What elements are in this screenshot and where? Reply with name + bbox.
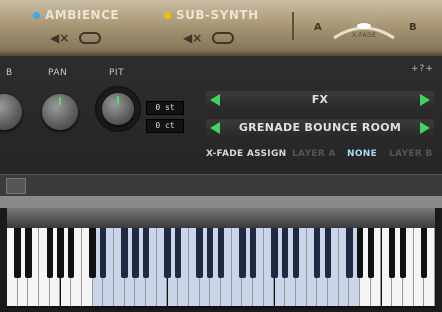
black-key[interactable]: [217, 228, 225, 278]
pan-indicator: [59, 97, 61, 105]
pit-knob[interactable]: [102, 93, 134, 125]
black-key[interactable]: [14, 228, 21, 278]
keyboard[interactable]: [7, 228, 435, 308]
black-key[interactable]: [89, 228, 96, 278]
xfade-a-label: A: [314, 22, 322, 33]
black-key[interactable]: [281, 228, 289, 278]
xfade-slider[interactable]: [330, 16, 398, 44]
prev-arrow-icon[interactable]: [210, 94, 220, 106]
category-label: FX: [311, 93, 329, 106]
black-key[interactable]: [121, 228, 128, 278]
strip-button[interactable]: [6, 178, 26, 194]
divider: [0, 196, 442, 208]
black-key[interactable]: [57, 228, 64, 278]
black-key[interactable]: [196, 228, 203, 278]
pitch-semitone-value[interactable]: 0 st: [146, 101, 184, 115]
layer-a-dot-icon: [33, 11, 40, 19]
xfade-assign-layer-a[interactable]: LAYER A: [292, 149, 336, 159]
next-arrow-icon[interactable]: [420, 122, 430, 134]
knob-label-pit: PIT: [109, 68, 125, 78]
black-key[interactable]: [271, 228, 278, 278]
pan-knob[interactable]: [42, 94, 78, 130]
xfade-label: X-FADE: [352, 32, 377, 39]
black-key[interactable]: [239, 228, 246, 278]
black-key[interactable]: [346, 228, 353, 278]
black-key[interactable]: [132, 228, 139, 278]
layer-a-controls: ◀×: [50, 31, 102, 45]
mute-icon[interactable]: ◀×: [50, 31, 69, 45]
xfade-assign-layer-b[interactable]: LAYER B: [389, 149, 433, 159]
black-key[interactable]: [67, 228, 75, 278]
black-key[interactable]: [367, 228, 374, 278]
pit-indicator: [117, 96, 119, 104]
black-key[interactable]: [388, 228, 396, 278]
layer-b-title[interactable]: SUB-SYNTH: [164, 8, 259, 22]
keyboard-header: [7, 208, 435, 228]
link-icon[interactable]: [79, 32, 102, 44]
help-icon[interactable]: +?+: [411, 64, 434, 74]
next-arrow-icon[interactable]: [420, 94, 430, 106]
pitch-cent-value[interactable]: 0 ct: [146, 119, 184, 133]
black-key[interactable]: [142, 228, 150, 278]
layer-b-controls: ◀×: [183, 31, 235, 45]
category-selector[interactable]: FX: [206, 91, 434, 108]
layer-a-label: AMBIENCE: [45, 8, 120, 22]
xfade-b-label: B: [409, 22, 417, 33]
top-bar: AMBIENCE ◀× SUB-SYNTH ◀× A X-FADE B: [0, 0, 442, 56]
black-key[interactable]: [249, 228, 257, 278]
knob-label-pan: PAN: [48, 68, 68, 78]
black-key[interactable]: [399, 228, 407, 278]
preset-selector[interactable]: GRENADE BOUNCE ROOM: [206, 119, 434, 136]
xfade-assign-none[interactable]: NONE: [347, 149, 377, 159]
black-key[interactable]: [100, 228, 107, 278]
layer-a-title[interactable]: AMBIENCE: [33, 8, 119, 22]
black-key[interactable]: [174, 228, 182, 278]
layer-b-label: SUB-SYNTH: [176, 8, 259, 22]
prev-arrow-icon[interactable]: [210, 122, 220, 134]
knob-label-cut: B: [6, 68, 13, 78]
black-key[interactable]: [292, 228, 300, 278]
preset-label: GRENADE BOUNCE ROOM: [238, 121, 402, 134]
toolbar-strip: [0, 174, 442, 197]
black-key[interactable]: [46, 228, 53, 278]
black-key[interactable]: [314, 228, 321, 278]
divider: [292, 12, 294, 40]
black-key[interactable]: [25, 228, 32, 278]
black-key[interactable]: [356, 228, 364, 278]
black-key[interactable]: [421, 228, 428, 278]
xfade-assign-title: X-FADE ASSIGN: [206, 149, 287, 159]
black-key[interactable]: [324, 228, 332, 278]
black-key[interactable]: [164, 228, 171, 278]
link-icon[interactable]: [212, 32, 235, 44]
black-key[interactable]: [207, 228, 214, 278]
layer-b-dot-icon: [164, 11, 171, 19]
mute-icon[interactable]: ◀×: [183, 31, 202, 45]
